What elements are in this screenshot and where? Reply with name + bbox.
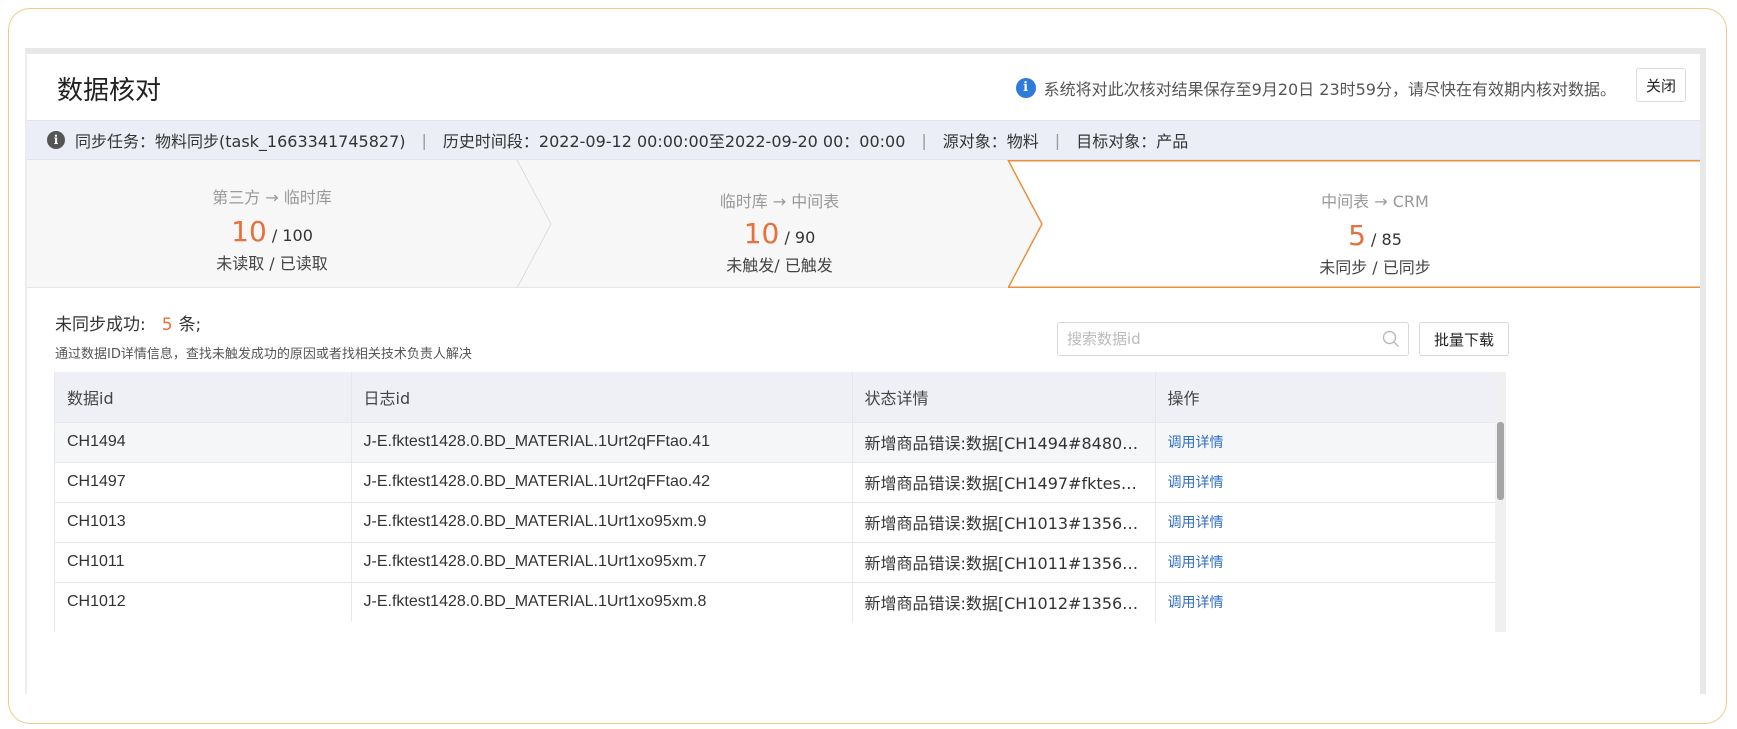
cell-action: 调用详情: [1155, 541, 1496, 582]
step-label: 第三方 → 临时库: [212, 188, 332, 207]
unsynced-summary: 未同步成功: 5 条; 通过数据ID详情信息，查找未触发成功的原因或者找相关技术负责…: [55, 310, 472, 362]
data-verification-panel: 数据核对 i 系统将对此次核对结果保存至9月20日 23时59分，请尽快在有效期…: [25, 48, 1706, 694]
summary-count: 5: [161, 315, 173, 335]
divider: |: [921, 130, 927, 150]
search-icon[interactable]: [1382, 330, 1400, 348]
task-name: 同步任务：物料同步(task_1663341745827): [75, 132, 406, 151]
cell-action: 调用详情: [1155, 501, 1496, 542]
step-total: / 85: [1365, 230, 1402, 249]
notice-text: 系统将对此次核对结果保存至9月20日 23时59分，请尽快在有效期内核对数据。: [1043, 80, 1616, 99]
cell-log-id: J-E.fktest1428.0.BD_MATERIAL.1Urt1xo95xm…: [351, 501, 853, 542]
cell-action: 调用详情: [1155, 581, 1496, 622]
step-third-party-to-temp: 第三方 → 临时库 10 / 100 未读取 / 已读取: [27, 160, 517, 288]
cell-status: 新增商品错误:数据[CH1013#1356…: [852, 501, 1156, 542]
summary-line: 未同步成功: 5 条;: [55, 310, 472, 335]
step-label: 临时库 → 中间表: [719, 192, 840, 211]
panel-header: 数据核对 i 系统将对此次核对结果保存至9月20日 23时59分，请尽快在有效期…: [27, 54, 1700, 120]
step-unsynced-count: 10: [231, 215, 267, 248]
table-scrollbar[interactable]: [1495, 372, 1506, 632]
cell-data-id: CH1011: [55, 541, 352, 582]
retention-notice: i 系统将对此次核对结果保存至9月20日 23时59分，请尽快在有效期内核对数据…: [1015, 76, 1616, 100]
call-details-link[interactable]: 调用详情: [1168, 475, 1224, 491]
cell-action: 调用详情: [1155, 461, 1496, 502]
step-caption: 未触发/ 已触发: [726, 256, 833, 275]
table-header-row: 数据id 日志id 状态详情 操作: [55, 372, 1496, 422]
step-count: 5 / 85: [1042, 219, 1700, 254]
step-unsynced-count: 10: [743, 217, 780, 250]
table-row: CH1497 J-E.fktest1428.0.BD_MATERIAL.1Urt…: [55, 461, 1496, 502]
unsynced-table: 数据id 日志id 状态详情 操作 CH1494 J-E.fktest1428.…: [54, 372, 1506, 632]
step-label: 中间表 → CRM: [1321, 192, 1429, 211]
table-row: CH1012 J-E.fktest1428.0.BD_MATERIAL.1Urt…: [55, 581, 1496, 622]
page-title: 数据核对: [57, 76, 162, 106]
info-icon: i: [1015, 78, 1036, 98]
table-row: CH1011 J-E.fktest1428.0.BD_MATERIAL.1Urt…: [55, 541, 1496, 582]
step-unsynced-count: 5: [1348, 219, 1366, 252]
call-details-link[interactable]: 调用详情: [1168, 435, 1224, 451]
cell-status: 新增商品错误:数据[CH1494#8480…: [852, 421, 1156, 462]
cell-data-id: CH1497: [55, 461, 352, 502]
step-intermediate-to-crm: 中间表 → CRM 5 / 85 未同步 / 已同步: [1042, 160, 1700, 288]
cell-status: 新增商品错误:数据[CH1011#1356…: [852, 541, 1156, 582]
close-button[interactable]: 关闭: [1636, 68, 1686, 102]
summary-unit: 条;: [178, 315, 202, 335]
cell-data-id: CH1012: [55, 581, 352, 622]
cell-status: 新增商品错误:数据[CH1012#1356…: [852, 581, 1156, 622]
search-input[interactable]: [1058, 323, 1358, 355]
target-object: 目标对象：产品: [1076, 132, 1189, 151]
sync-steps: 第三方 → 临时库 10 / 100 未读取 / 已读取 临时库 → 中间表 1…: [27, 160, 1700, 288]
step-temp-to-intermediate: 临时库 → 中间表 10 / 90 未触发/ 已触发: [551, 160, 1008, 288]
summary-hint: 通过数据ID详情信息，查找未触发成功的原因或者找相关技术负责人解决: [55, 347, 472, 362]
scrollbar-thumb[interactable]: [1497, 422, 1504, 500]
step-count: 10 / 100: [27, 218, 517, 250]
call-details-link[interactable]: 调用详情: [1168, 515, 1224, 531]
data-table: 数据id 日志id 状态详情 操作 CH1494 J-E.fktest1428.…: [55, 372, 1496, 622]
cell-action: 调用详情: [1155, 421, 1496, 462]
call-details-link[interactable]: 调用详情: [1168, 555, 1224, 571]
call-details-link[interactable]: 调用详情: [1168, 595, 1224, 611]
batch-download-button[interactable]: 批量下载: [1419, 322, 1509, 356]
cell-log-id: J-E.fktest1428.0.BD_MATERIAL.1Urt1xo95xm…: [351, 581, 853, 622]
step-caption: 未读取 / 已读取: [216, 254, 328, 273]
column-header-data-id[interactable]: 数据id: [55, 372, 352, 422]
cell-log-id: J-E.fktest1428.0.BD_MATERIAL.1Urt1xo95xm…: [351, 541, 853, 582]
source-object: 源对象：物料: [942, 132, 1039, 151]
task-info-bar: i 同步任务：物料同步(task_1663341745827) | 历史时间段：…: [27, 120, 1700, 160]
summary-label: 未同步成功:: [55, 315, 146, 335]
table-row: CH1013 J-E.fktest1428.0.BD_MATERIAL.1Urt…: [55, 501, 1496, 542]
step-count: 10 / 90: [551, 220, 1008, 252]
column-header-log-id[interactable]: 日志id: [351, 372, 853, 422]
cell-log-id: J-E.fktest1428.0.BD_MATERIAL.1Urt2qFFtao…: [351, 461, 853, 502]
time-period: 历史时间段：2022-09-12 00:00:00至2022-09-20 00：…: [442, 132, 906, 151]
cell-status: 新增商品错误:数据[CH1497#fktes…: [852, 461, 1156, 502]
info-icon: i: [47, 131, 65, 149]
step-total: / 100: [266, 226, 313, 245]
step-total: / 90: [779, 228, 816, 247]
cell-data-id: CH1013: [55, 501, 352, 542]
table-row: CH1494 J-E.fktest1428.0.BD_MATERIAL.1Urt…: [55, 421, 1496, 462]
divider: |: [421, 130, 427, 150]
column-header-status[interactable]: 状态详情: [852, 372, 1156, 422]
cell-log-id: J-E.fktest1428.0.BD_MATERIAL.1Urt2qFFtao…: [351, 421, 853, 462]
step-caption: 未同步 / 已同步: [1319, 258, 1431, 277]
divider: |: [1054, 130, 1061, 150]
cell-data-id: CH1494: [55, 421, 352, 462]
column-header-action: 操作: [1155, 372, 1496, 422]
search-box: [1057, 322, 1409, 356]
